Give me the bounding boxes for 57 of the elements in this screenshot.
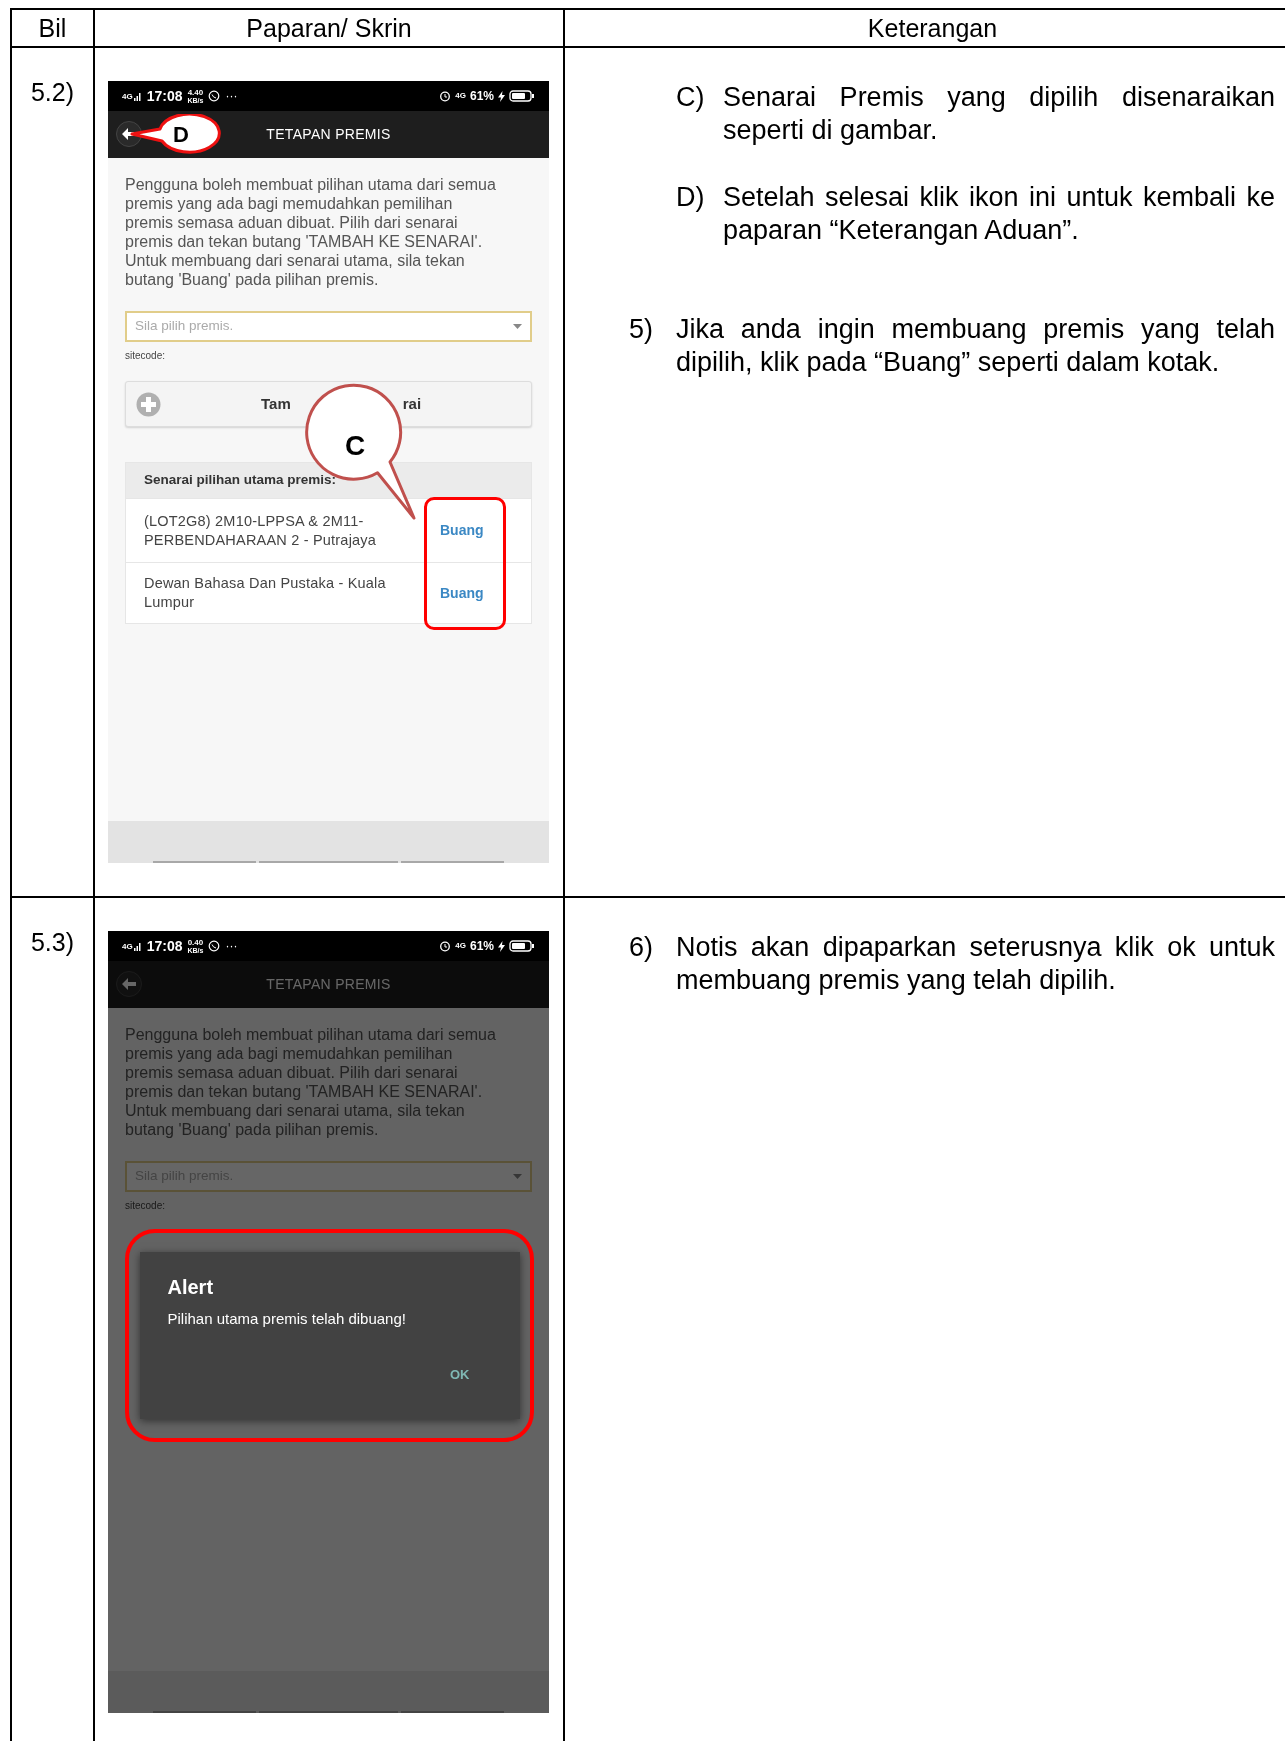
battery-percent: 61%: [469, 940, 494, 952]
column-header: Bil: [38, 15, 67, 41]
premis-name: Dewan Bahasa Dan Pustaka - Kuala Lumpur: [144, 574, 387, 612]
note-marker: 6): [629, 931, 654, 964]
note-text: Notis akan dipaparkan seterusnya klik ok untuk membuang premis yang telah dipilih.: [676, 931, 1275, 997]
column-header: Keterangan: [867, 15, 998, 41]
screen-title: TETAPAN PREMIS: [266, 125, 391, 144]
back-arrow-icon: [121, 977, 137, 991]
dropdown-caret-icon: [513, 324, 522, 329]
select-placeholder: Sila pilih premis.: [135, 317, 234, 336]
field-label: sitecode:: [125, 350, 167, 362]
note-marker: C): [676, 81, 706, 114]
field-label: sitecode:: [125, 1200, 167, 1212]
premis-name: (LOT2G8) 2M10-LPPSA & 2M11-PERBENDAHARAAN 2 - Putrajaya: [144, 511, 378, 550]
dropdown-caret-icon: [513, 1174, 522, 1179]
bolt-icon: [498, 940, 505, 952]
signal-icon: [133, 941, 142, 951]
note-text: Jika anda ingin membuang premis yang telah dipilih, klik pada “Buang” seperti dalam kotak.: [676, 313, 1275, 379]
column-header: Paparan/ Skrin: [246, 15, 412, 41]
back-button[interactable]: [116, 121, 142, 147]
plus-circle-icon: [136, 391, 161, 417]
chat-icon: [208, 90, 221, 102]
note-marker: D): [676, 181, 706, 214]
intro-paragraph: Pengguna boleh membuat pilihan utama dari semua premis yang ada bagi memudahkan pemilihan premis semasa aduan dibuat. Pilih dari senarai premis dan tekan butang 'TAMBAH KE SENARAI'. Untuk membuang dari senarai utama, sila tekan butang 'Buang' pada pilihan premis.: [125, 1025, 497, 1139]
ok-button[interactable]: OK: [450, 1364, 470, 1384]
speed-value: 4.40: [187, 88, 204, 97]
dialog-title: Alert: [167, 1275, 215, 1300]
note-marker: 5): [629, 313, 654, 346]
network-label: 4G: [455, 942, 466, 950]
more-indicator: ···: [225, 940, 238, 952]
network-label: 4G: [455, 92, 466, 100]
callout-letter: C: [345, 432, 366, 460]
note-text: Senarai Premis yang dipilih disenaraikan seperti di gambar.: [723, 81, 1275, 147]
callout-letter: D: [173, 124, 189, 146]
battery-percent: 61%: [469, 90, 494, 102]
battery-icon: [509, 90, 535, 102]
step-number: 5.3): [30, 927, 75, 958]
speed-value: 0.40: [187, 938, 204, 947]
battery-icon: [509, 940, 535, 952]
intro-paragraph: Pengguna boleh membuat pilihan utama dari semua premis yang ada bagi memudahkan pemilihan premis semasa aduan dibuat. Pilih dari senarai premis dan tekan butang 'TAMBAH KE SENARAI'. Untuk membuang dari senarai utama, sila tekan butang 'Buang' pada pilihan premis.: [125, 175, 497, 289]
step-number: 5.2): [30, 77, 75, 108]
note-text: Setelah selesai klik ikon ini untuk kembali ke paparan “Keterangan Aduan”.: [723, 181, 1275, 247]
remove-link[interactable]: Buang: [440, 582, 484, 604]
bolt-icon: [498, 90, 505, 102]
remove-link[interactable]: Buang: [440, 520, 484, 541]
alarm-clock-icon: [439, 90, 452, 102]
more-indicator: ···: [225, 90, 238, 102]
alarm-clock-icon: [439, 940, 452, 952]
network-label: 4G: [122, 943, 133, 951]
screen-title: TETAPAN PREMIS: [266, 975, 391, 994]
clock-time: 17:08: [146, 89, 183, 103]
network-label: 4G: [122, 93, 133, 101]
premis-select[interactable]: Sila pilih premis.: [125, 311, 532, 342]
signal-icon: [133, 91, 142, 101]
clock-time: 17:08: [146, 939, 183, 953]
chat-icon: [208, 940, 221, 952]
dialog-message: Pilihan utama premis telah dibuang!: [167, 1309, 407, 1329]
